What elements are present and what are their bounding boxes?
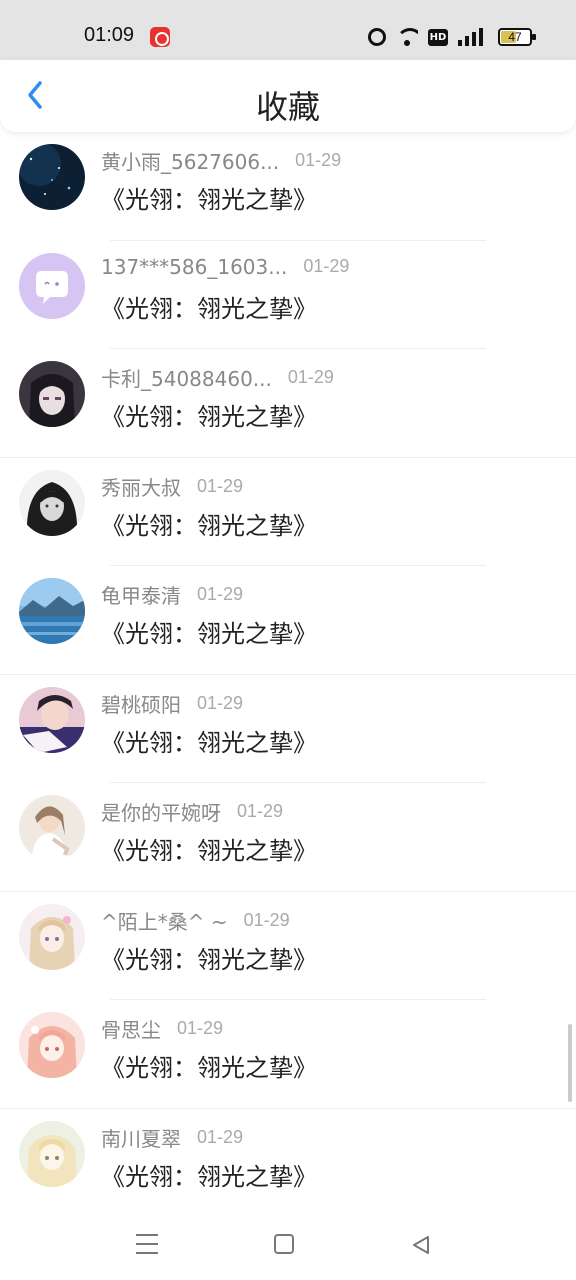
avatar[interactable] <box>19 795 85 861</box>
username: 黄小雨_5627606... <box>101 150 280 174</box>
date: 01-29 <box>197 692 244 713</box>
date: 01-29 <box>197 475 244 496</box>
item-title: 《光翎：翎光之挚》 <box>101 1162 317 1191</box>
item-title: 《光翎：翎光之挚》 <box>101 620 317 648</box>
list-item[interactable]: 骨思尘 01-29 《光翎：翎光之挚》 <box>0 1000 576 1109</box>
back-triangle-icon[interactable] <box>410 1234 432 1256</box>
status-icons: HD 47 <box>368 26 536 48</box>
item-title: 《光翎：翎光之挚》 <box>101 403 317 431</box>
list-item[interactable]: 黄小雨_5627606... 01-29 《光翎：翎光之挚》 <box>0 132 576 241</box>
list-item[interactable]: 是你的平婉呀 01-29 《光翎：翎光之挚》 <box>0 783 576 892</box>
header: 收藏 <box>0 60 576 132</box>
avatar[interactable] <box>19 1012 85 1078</box>
list-item[interactable]: ^陌上*桑^ ~ 01-29 《光翎：翎光之挚》 <box>0 892 576 1000</box>
list-item[interactable]: 秀丽大叔 01-29 《光翎：翎光之挚》 <box>0 458 576 566</box>
app-notification-icon <box>150 27 170 47</box>
hd-icon: HD <box>428 28 448 46</box>
username: 秀丽大叔 <box>101 475 181 500</box>
wifi-icon <box>396 28 418 46</box>
item-title: 《光翎：翎光之挚》 <box>101 511 317 540</box>
date: 01-29 <box>197 1126 244 1147</box>
system-nav-bar <box>0 1208 576 1280</box>
username: 是你的平婉呀 <box>101 801 221 825</box>
date: 01-29 <box>243 909 290 930</box>
status-time: 01:09 <box>84 24 135 46</box>
item-title: 《光翎：翎光之挚》 <box>101 945 317 974</box>
status-bar: 01:09 HD 47 <box>0 0 576 60</box>
menu-icon[interactable] <box>136 1234 158 1254</box>
alarm-icon <box>368 28 386 46</box>
item-title: 《光翎：翎光之挚》 <box>101 837 317 865</box>
page-title: 收藏 <box>255 88 320 126</box>
battery-icon: 47 <box>498 28 536 46</box>
list-item[interactable]: 碧桃硕阳 01-29 《光翎：翎光之挚》 <box>0 675 576 783</box>
username: 龟甲泰清 <box>101 584 181 608</box>
avatar[interactable] <box>19 469 85 536</box>
avatar[interactable] <box>19 578 85 644</box>
date: 01-29 <box>177 1018 224 1038</box>
date: 01-29 <box>287 367 334 387</box>
battery-level: 47 <box>508 30 522 44</box>
username: 碧桃硕阳 <box>101 692 181 717</box>
date: 01-29 <box>237 801 284 821</box>
list-item[interactable]: 南川夏翠 01-29 《光翎：翎光之挚》 <box>0 1109 576 1218</box>
item-title: 《光翎：翎光之挚》 <box>101 186 317 214</box>
item-title: 《光翎：翎光之挚》 <box>101 1054 317 1082</box>
username: 137***586_1603... <box>101 254 288 279</box>
avatar[interactable] <box>19 1120 85 1187</box>
favorites-list: 黄小雨_5627606... 01-29 《光翎：翎光之挚》 137***586… <box>0 132 576 1217</box>
date: 01-29 <box>303 256 350 276</box>
item-title: 《光翎：翎光之挚》 <box>101 728 317 757</box>
avatar[interactable] <box>19 686 85 753</box>
home-icon[interactable] <box>274 1234 294 1254</box>
date: 01-29 <box>197 584 244 604</box>
username: 骨思尘 <box>101 1018 161 1042</box>
signal-icon <box>458 28 488 46</box>
username: 卡利_54088460... <box>101 367 272 391</box>
username: 南川夏翠 <box>101 1126 181 1151</box>
list-item[interactable]: 卡利_54088460... 01-29 《光翎：翎光之挚》 <box>0 349 576 458</box>
username: ^陌上*桑^ ~ <box>101 909 228 934</box>
avatar[interactable] <box>19 252 85 319</box>
avatar[interactable] <box>19 903 85 970</box>
scrollbar-thumb[interactable] <box>568 1024 572 1102</box>
avatar[interactable] <box>19 144 85 210</box>
item-title: 《光翎：翎光之挚》 <box>101 294 317 323</box>
date: 01-29 <box>295 150 342 170</box>
list-item[interactable]: 龟甲泰清 01-29 《光翎：翎光之挚》 <box>0 566 576 675</box>
list-item[interactable]: 137***586_1603... 01-29 《光翎：翎光之挚》 <box>0 241 576 349</box>
avatar[interactable] <box>19 361 85 427</box>
